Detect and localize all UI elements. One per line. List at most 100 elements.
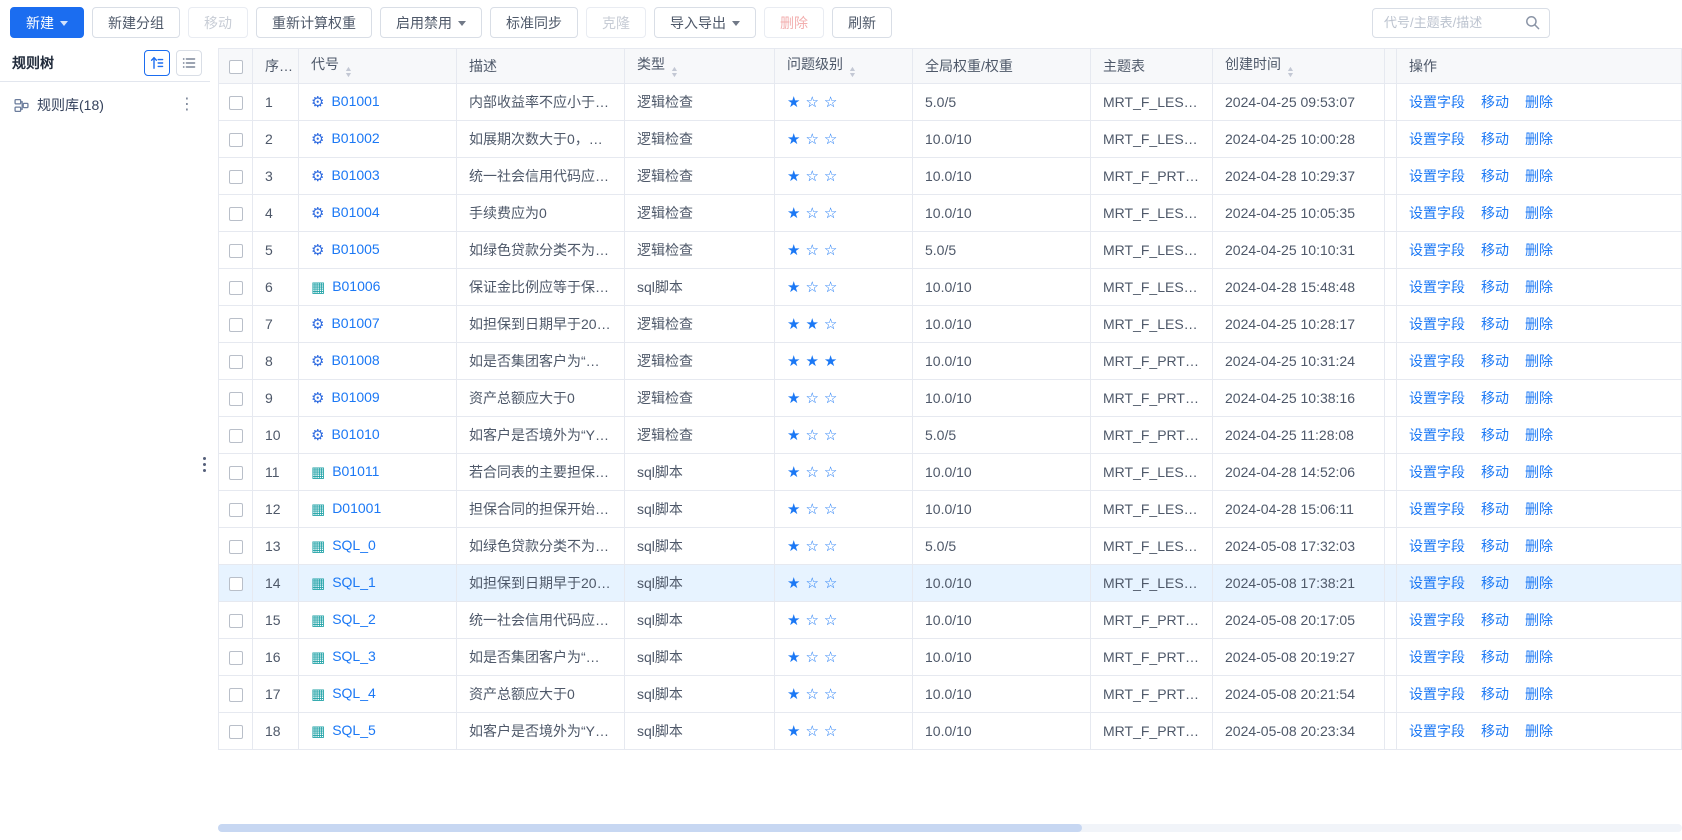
rule-code-link[interactable]: B01010 [331, 426, 379, 442]
table-row[interactable]: 15▦SQL_2统一社会信用代码应为18位sql脚本★☆☆10.0/10MRT_… [219, 602, 1682, 639]
rule-code-link[interactable]: B01002 [331, 130, 379, 146]
move-link[interactable]: 移动 [1481, 538, 1509, 554]
rule-code-link[interactable]: B01007 [331, 315, 379, 331]
row-checkbox[interactable] [229, 725, 243, 739]
set-fields-link[interactable]: 设置字段 [1409, 168, 1465, 184]
table-row[interactable]: 9⚙B01009资产总额应大于0逻辑检查★☆☆10.0/10MRT_F_PRT_… [219, 380, 1682, 417]
delete-link[interactable]: 删除 [1525, 649, 1553, 665]
set-fields-link[interactable]: 设置字段 [1409, 279, 1465, 295]
rule-code-link[interactable]: B01005 [331, 241, 379, 257]
select-all-checkbox[interactable] [229, 60, 243, 74]
table-row[interactable]: 7⚙B01007如担保到日期早于2024/03/...逻辑检查★★☆10.0/1… [219, 306, 1682, 343]
rule-code-link[interactable]: SQL_3 [332, 648, 376, 664]
rule-code-link[interactable]: B01009 [331, 389, 379, 405]
delete-link[interactable]: 删除 [1525, 94, 1553, 110]
row-checkbox[interactable] [229, 577, 243, 591]
recalc-weight-button[interactable]: 重新计算权重 [256, 7, 372, 38]
search-box[interactable] [1372, 8, 1550, 38]
delete-link[interactable]: 删除 [1525, 242, 1553, 258]
row-checkbox[interactable] [229, 355, 243, 369]
column-header[interactable]: 类型▲▼ [625, 49, 775, 84]
row-checkbox[interactable] [229, 540, 243, 554]
set-fields-link[interactable]: 设置字段 [1409, 205, 1465, 221]
table-row[interactable]: 4⚙B01004手续费应为0逻辑检查★☆☆10.0/10MRT_F_LES_CO… [219, 195, 1682, 232]
list-view-button[interactable] [176, 50, 202, 76]
sidebar-resize-handle[interactable] [203, 457, 206, 460]
set-fields-link[interactable]: 设置字段 [1409, 353, 1465, 369]
move-link[interactable]: 移动 [1481, 279, 1509, 295]
row-checkbox[interactable] [229, 244, 243, 258]
row-checkbox[interactable] [229, 96, 243, 110]
move-link[interactable]: 移动 [1481, 242, 1509, 258]
horizontal-scrollbar-thumb[interactable] [218, 824, 1082, 832]
table-row[interactable]: 16▦SQL_3如是否集团客户为“是”，...sql脚本★☆☆10.0/10MR… [219, 639, 1682, 676]
rule-code-link[interactable]: SQL_5 [332, 722, 376, 738]
delete-link[interactable]: 删除 [1525, 131, 1553, 147]
row-checkbox[interactable] [229, 281, 243, 295]
sort-icon[interactable]: ▲▼ [849, 67, 856, 79]
new-button[interactable]: 新建 [10, 7, 84, 38]
column-header[interactable]: 问题级别▲▼ [775, 49, 913, 84]
delete-link[interactable]: 删除 [1525, 612, 1553, 628]
move-link[interactable]: 移动 [1481, 205, 1509, 221]
rule-code-link[interactable]: B01008 [331, 352, 379, 368]
table-row[interactable]: 1⚙B01001内部收益率不应小于0.01逻辑检查★☆☆5.0/5MRT_F_L… [219, 84, 1682, 121]
move-link[interactable]: 移动 [1481, 427, 1509, 443]
rule-code-link[interactable]: B01004 [331, 204, 379, 220]
table-row[interactable]: 17▦SQL_4资产总额应大于0sql脚本★☆☆10.0/10MRT_F_PRT… [219, 676, 1682, 713]
move-link[interactable]: 移动 [1481, 390, 1509, 406]
row-checkbox[interactable] [229, 133, 243, 147]
row-checkbox[interactable] [229, 318, 243, 332]
move-link[interactable]: 移动 [1481, 353, 1509, 369]
table-row[interactable]: 11▦B01011若合同表的主要担保方式为...sql脚本★☆☆10.0/10M… [219, 454, 1682, 491]
row-checkbox[interactable] [229, 651, 243, 665]
sort-icon[interactable]: ▲▼ [1287, 67, 1294, 79]
standard-sync-button[interactable]: 标准同步 [490, 7, 578, 38]
set-fields-link[interactable]: 设置字段 [1409, 94, 1465, 110]
table-row[interactable]: 3⚙B01003统一社会信用代码应为18位逻辑检查★☆☆10.0/10MRT_F… [219, 158, 1682, 195]
delete-link[interactable]: 删除 [1525, 427, 1553, 443]
rule-code-link[interactable]: B01001 [331, 93, 379, 109]
delete-link[interactable]: 删除 [1525, 686, 1553, 702]
import-export-button[interactable]: 导入导出 [654, 7, 756, 38]
row-checkbox[interactable] [229, 429, 243, 443]
rule-code-link[interactable]: SQL_4 [332, 685, 376, 701]
set-fields-link[interactable]: 设置字段 [1409, 427, 1465, 443]
set-fields-link[interactable]: 设置字段 [1409, 316, 1465, 332]
delete-link[interactable]: 删除 [1525, 464, 1553, 480]
move-link[interactable]: 移动 [1481, 723, 1509, 739]
table-row[interactable]: 12▦D01001担保合同的担保开始日期应...sql脚本★☆☆10.0/10M… [219, 491, 1682, 528]
delete-link[interactable]: 删除 [1525, 723, 1553, 739]
delete-link[interactable]: 删除 [1525, 501, 1553, 517]
move-link[interactable]: 移动 [1481, 131, 1509, 147]
row-checkbox[interactable] [229, 392, 243, 406]
row-checkbox[interactable] [229, 466, 243, 480]
refresh-button[interactable]: 刷新 [832, 7, 892, 38]
table-row[interactable]: 5⚙B01005如绿色贷款分类不为空，则...逻辑检查★☆☆5.0/5MRT_F… [219, 232, 1682, 269]
horizontal-scrollbar[interactable] [218, 824, 1682, 832]
delete-link[interactable]: 删除 [1525, 353, 1553, 369]
enable-disable-button[interactable]: 启用禁用 [380, 7, 482, 38]
move-link[interactable]: 移动 [1481, 501, 1509, 517]
move-link[interactable]: 移动 [1481, 464, 1509, 480]
rule-code-link[interactable]: D01001 [332, 500, 381, 516]
move-link[interactable]: 移动 [1481, 612, 1509, 628]
tree-node-rule-library[interactable]: 规则库(18) ⋮ [0, 82, 210, 115]
kebab-menu-icon[interactable]: ⋮ [174, 97, 200, 113]
set-fields-link[interactable]: 设置字段 [1409, 649, 1465, 665]
table-row[interactable]: 18▦SQL_5如客户是否境外为“Y”，...sql脚本★☆☆10.0/10MR… [219, 713, 1682, 750]
move-link[interactable]: 移动 [1481, 316, 1509, 332]
row-checkbox[interactable] [229, 688, 243, 702]
move-link[interactable]: 移动 [1481, 94, 1509, 110]
move-link[interactable]: 移动 [1481, 575, 1509, 591]
column-header[interactable]: 创建时间▲▼ [1213, 49, 1385, 84]
delete-link[interactable]: 删除 [1525, 575, 1553, 591]
row-checkbox[interactable] [229, 170, 243, 184]
rule-code-link[interactable]: SQL_1 [332, 574, 376, 590]
search-icon[interactable] [1525, 15, 1540, 30]
set-fields-link[interactable]: 设置字段 [1409, 575, 1465, 591]
rule-code-link[interactable]: B01003 [331, 167, 379, 183]
sort-icon[interactable]: ▲▼ [345, 67, 352, 79]
delete-link[interactable]: 删除 [1525, 168, 1553, 184]
set-fields-link[interactable]: 设置字段 [1409, 686, 1465, 702]
